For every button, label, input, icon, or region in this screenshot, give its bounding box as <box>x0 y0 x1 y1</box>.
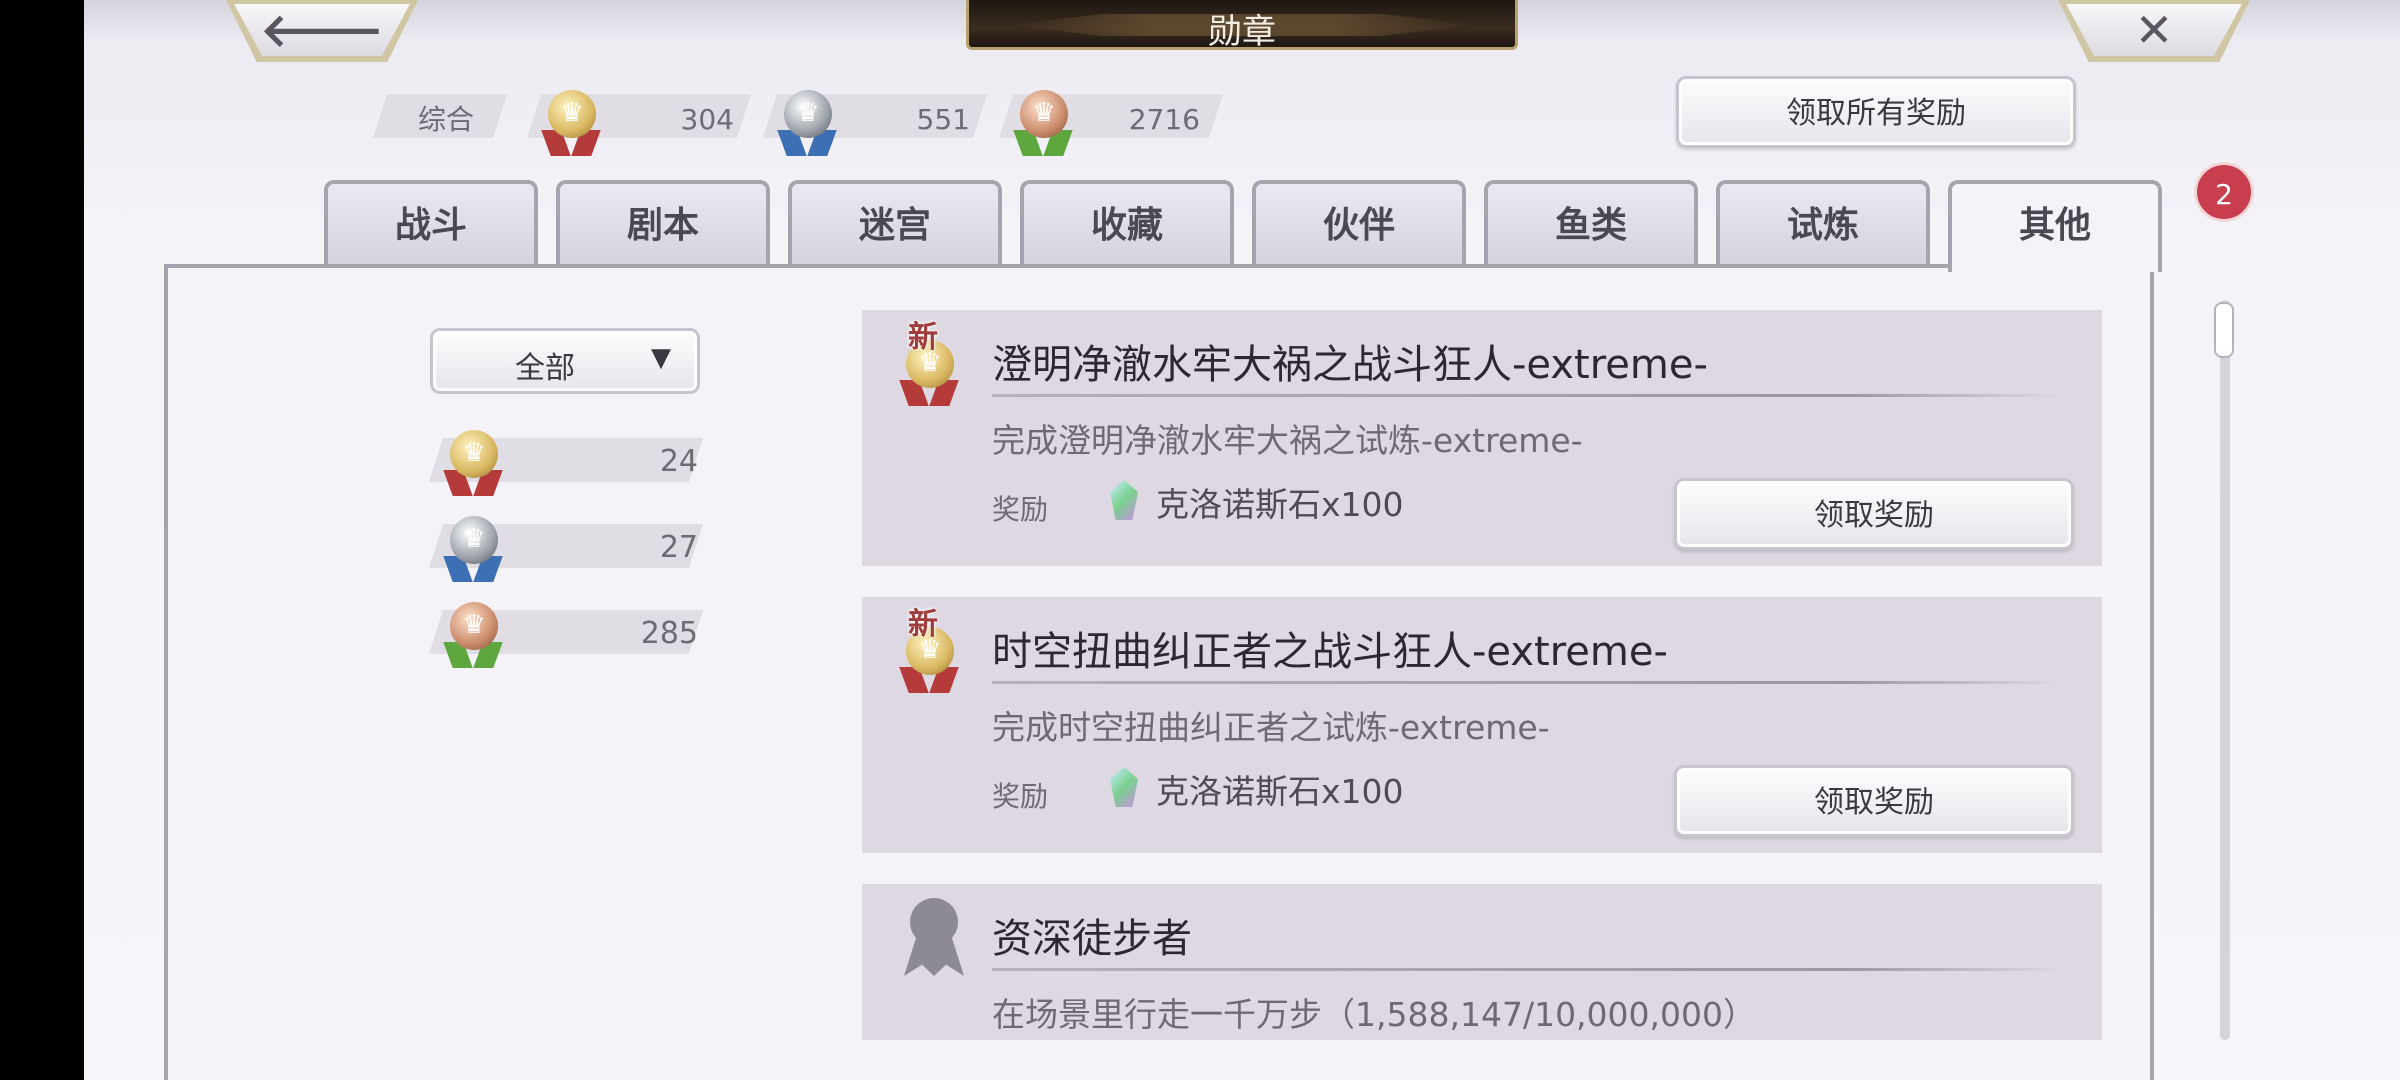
scrollbar-track[interactable] <box>2220 300 2230 1040</box>
divider <box>992 681 2062 684</box>
tab-script[interactable]: 剧本 <box>556 180 770 266</box>
achievement-title: 资深徒步者 <box>992 916 1192 962</box>
achievement-title: 时空扭曲纠正者之战斗狂人-extreme- <box>992 629 1668 675</box>
tab-labyrinth[interactable]: 迷宫 <box>788 180 1002 266</box>
bronze-medal-icon: ♛ <box>1013 90 1074 156</box>
tab-trial[interactable]: 试炼 <box>1716 180 1930 266</box>
tab-collection[interactable]: 收藏 <box>1020 180 1234 266</box>
silver-medal-icon: ♛ <box>443 516 504 582</box>
divider <box>992 394 2062 397</box>
tab-fish[interactable]: 鱼类 <box>1484 180 1698 266</box>
badge-screen: 🡐 勋章 ✕ 综合 ♛ 304 ♛ 551 ♛ 2716 领取所有奖励 战斗 剧… <box>84 0 2400 1080</box>
achievement-title: 澄明净澈水牢大祸之战斗狂人-extreme- <box>992 342 1708 388</box>
filter-selected-value: 全部 <box>515 351 575 386</box>
achievement-description: 完成时空扭曲纠正者之试炼-extreme- <box>992 708 1550 747</box>
new-label: 新 <box>908 320 938 355</box>
back-button[interactable]: 🡐 <box>226 0 418 62</box>
achievement-description: 完成澄明净澈水牢大祸之试炼-extreme- <box>992 421 1583 460</box>
close-button[interactable]: ✕ <box>2058 0 2250 62</box>
achievement-description: 在场景里行走一千万步（1,588,147/10,000,000） <box>992 995 1757 1034</box>
gold-total: 304 <box>680 103 734 136</box>
tab-partner[interactable]: 伙伴 <box>1252 180 1466 266</box>
chronos-stone-icon <box>1110 480 1138 520</box>
summary-label: 综合 <box>418 103 475 136</box>
silver-total: 551 <box>916 103 970 136</box>
tab-other[interactable]: 其他 <box>1948 180 2162 272</box>
page-title: 勋章 <box>1208 12 1276 52</box>
claim-reward-button[interactable]: 领取奖励 <box>1674 765 2074 837</box>
achievement-card: ♛ 新 澄明净澈水牢大祸之战斗狂人-extreme- 完成澄明净澈水牢大祸之试炼… <box>862 310 2102 566</box>
bronze-total: 2716 <box>1128 103 1200 136</box>
gold-medal-icon: ♛ <box>541 90 602 156</box>
back-arrow-icon: 🡐 <box>260 3 384 57</box>
close-icon: ✕ <box>2134 3 2174 57</box>
silver-count: 27 <box>659 530 698 565</box>
reward-text: 克洛诺斯石x100 <box>1156 485 1404 524</box>
scrollbar-thumb[interactable] <box>2214 302 2234 358</box>
new-label: 新 <box>908 607 938 642</box>
title-bar: 勋章 <box>966 0 1518 52</box>
rarity-filter-dropdown[interactable]: 全部 ▼ <box>430 328 700 394</box>
bronze-medal-icon: ♛ <box>443 602 504 668</box>
chronos-stone-icon <box>1110 767 1138 807</box>
reward-label: 奖励 <box>992 780 1049 813</box>
locked-medal-icon <box>898 898 970 982</box>
chevron-down-icon: ▼ <box>651 343 671 373</box>
reward-label: 奖励 <box>992 493 1049 526</box>
notification-badge: 2 <box>2194 162 2254 222</box>
gold-medal-icon: ♛ <box>443 430 504 496</box>
tab-battle[interactable]: 战斗 <box>324 180 538 266</box>
divider <box>992 968 2062 971</box>
gold-count: 24 <box>659 444 698 479</box>
bronze-count: 285 <box>640 616 698 651</box>
reward-text: 克洛诺斯石x100 <box>1156 772 1404 811</box>
claim-reward-button[interactable]: 领取奖励 <box>1674 478 2074 550</box>
claim-all-button[interactable]: 领取所有奖励 <box>1676 76 2076 148</box>
silver-medal-icon: ♛ <box>777 90 838 156</box>
achievement-card: 资深徒步者 在场景里行走一千万步（1,588,147/10,000,000） <box>862 884 2102 1040</box>
achievement-card: ♛ 新 时空扭曲纠正者之战斗狂人-extreme- 完成时空扭曲纠正者之试炼-e… <box>862 597 2102 853</box>
